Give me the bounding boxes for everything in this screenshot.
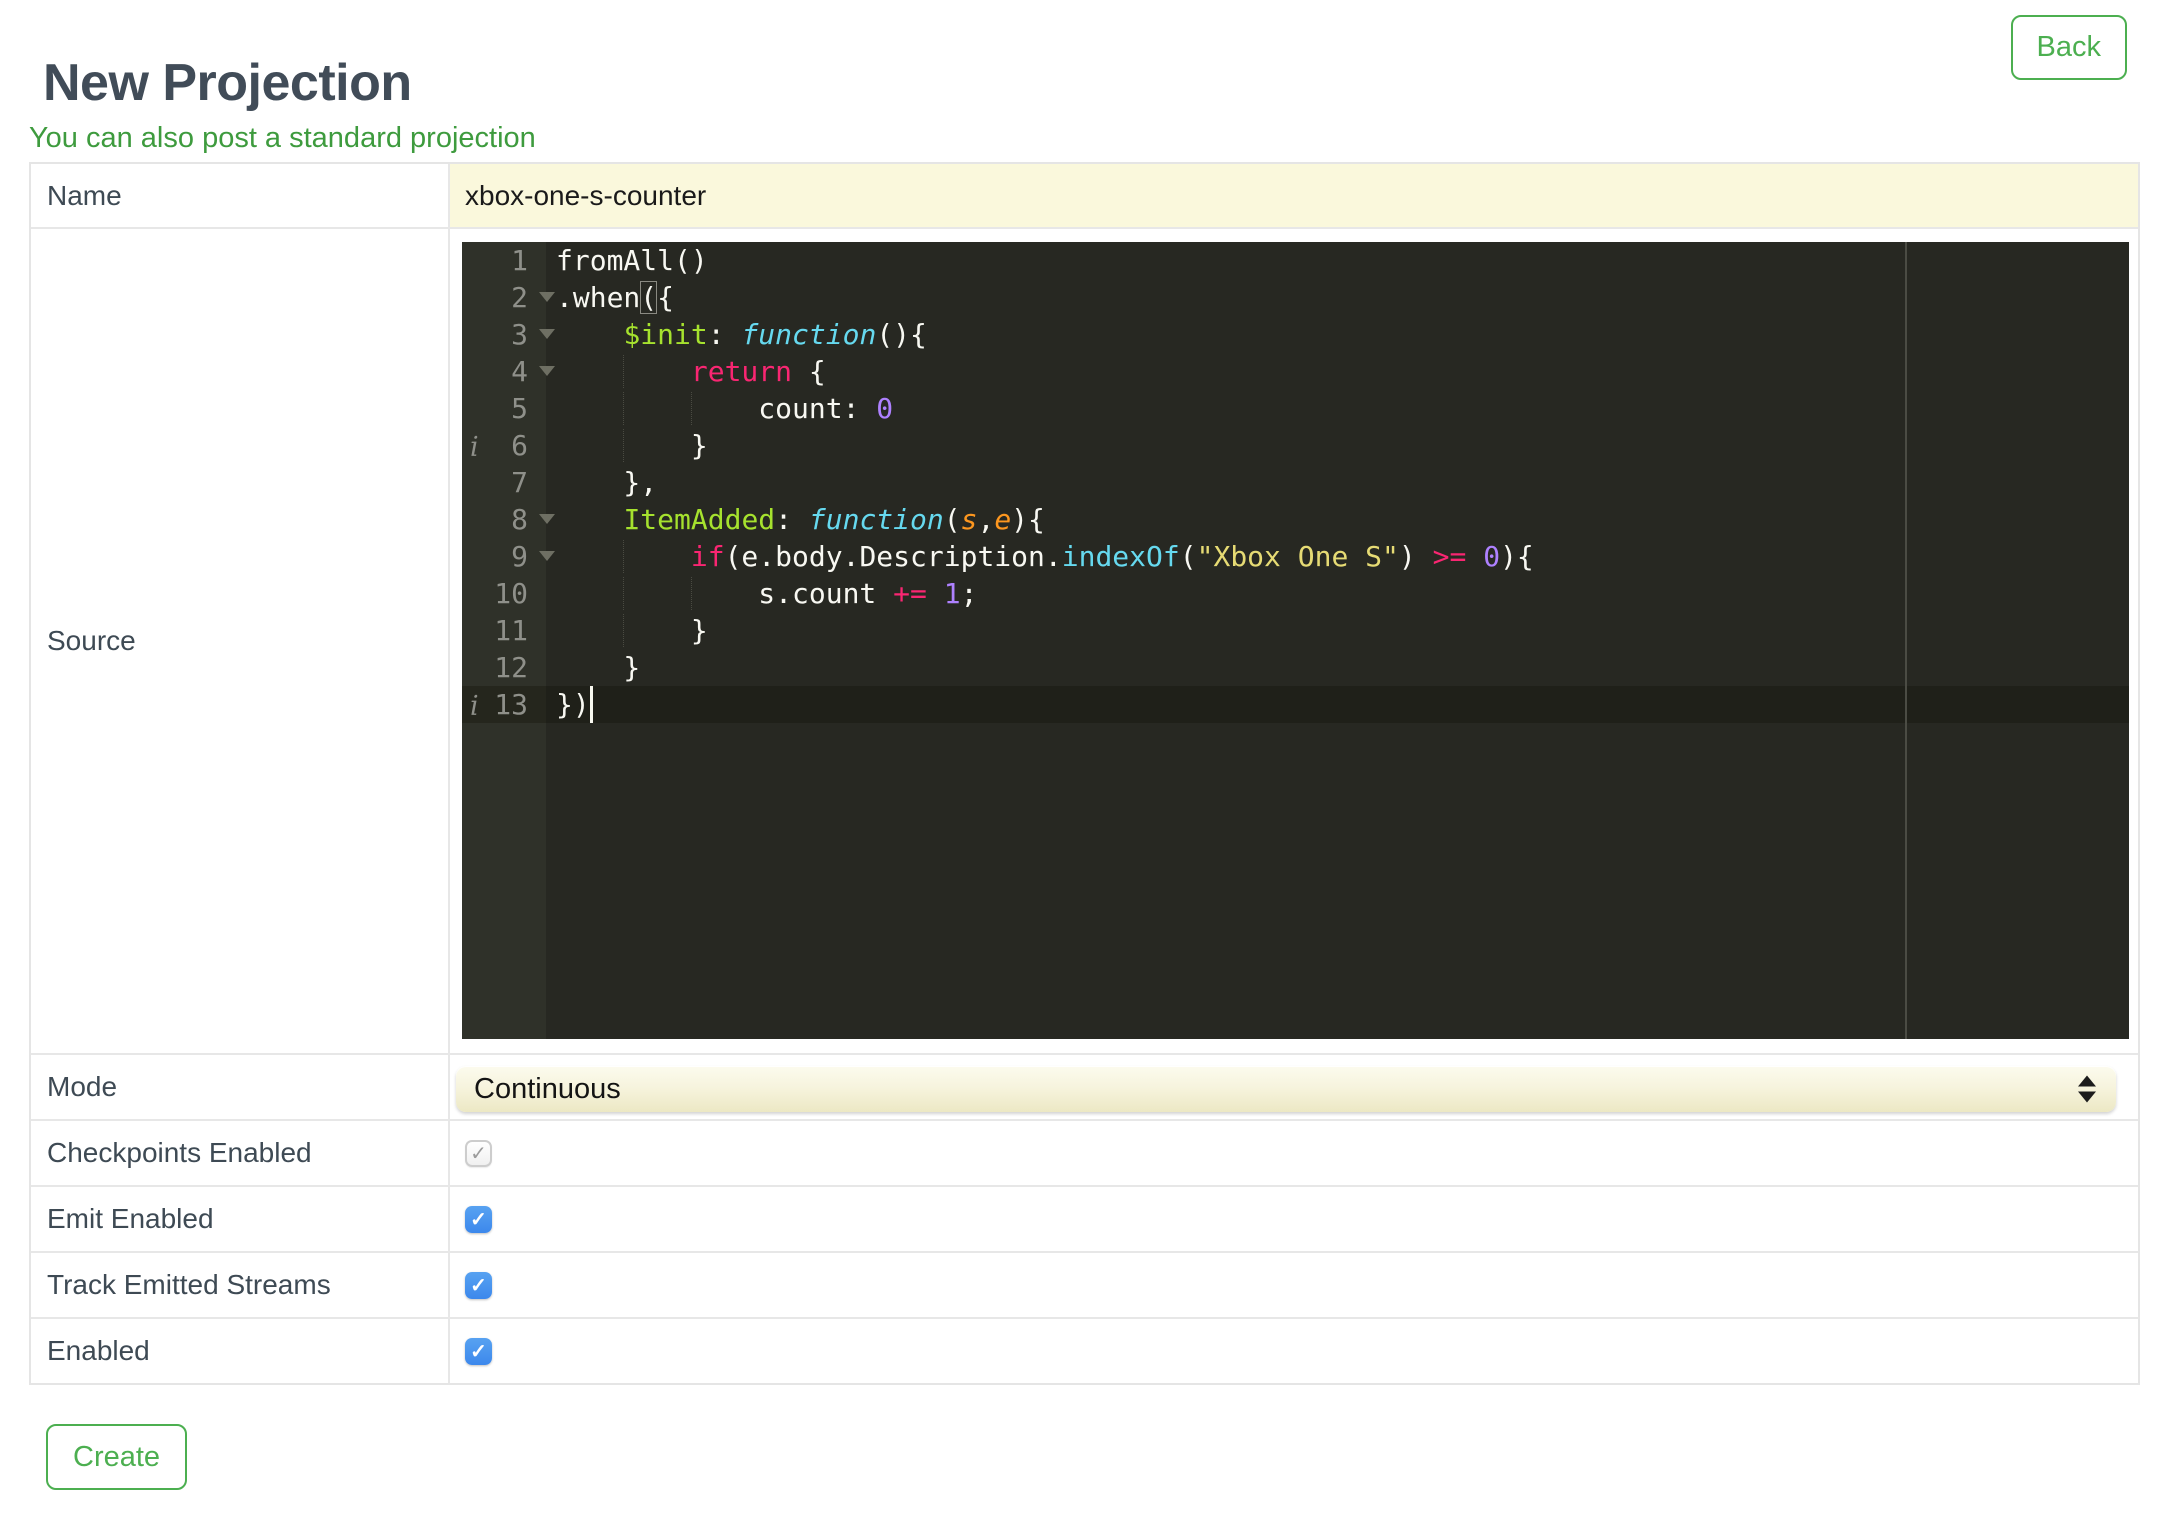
gutter-cell: 3 (462, 316, 555, 353)
track-checkbox[interactable]: ✓ (465, 1271, 492, 1299)
standard-projection-link[interactable]: You can also post a standard projection (29, 122, 536, 155)
code-line: if(e.body.Description.indexOf("Xbox One … (546, 538, 2129, 575)
fold-icon[interactable] (539, 551, 555, 561)
name-label: Name (31, 164, 450, 227)
select-arrows-icon (2078, 1075, 2096, 1103)
enabled-checkbox[interactable]: ✓ (465, 1337, 492, 1365)
code-line: ItemAdded: function(s,e){ (623, 503, 1045, 536)
gutter-cell: 7 (511, 466, 528, 499)
name-input[interactable]: xbox-one-s-counter (450, 164, 2138, 227)
projection-form-table: Name xbox-one-s-counter Source 123456i78… (29, 162, 2140, 1385)
code-line: s.count += 1; (556, 577, 978, 610)
page: New Projection Back You can also post a … (0, 0, 2166, 1513)
gutter-cell: 4 (462, 353, 555, 390)
code-line: }) (556, 688, 590, 721)
editor-gutter: 1 2 3 4 5 6 i 7 8 9 10 11 12 13 i (462, 242, 555, 1039)
emit-row: Emit Enabled ✓ (31, 1185, 2138, 1251)
mode-select[interactable]: Continuous (456, 1066, 2116, 1112)
code-line: fromAll() (556, 244, 708, 277)
track-label: Track Emitted Streams (31, 1253, 450, 1317)
page-title: New Projection (43, 53, 412, 112)
code-line: } (556, 651, 641, 684)
editor-code-area: fromAll() .when({ $init: function(){ retu… (546, 242, 2129, 1039)
gutter-cell: 9 (462, 538, 555, 575)
source-row: Source 1 2 3 4 5 6 i 7 8 9 10 11 12 13 i fromAll() .whe… (31, 227, 2138, 1053)
enabled-row: Enabled ✓ (31, 1317, 2138, 1383)
code-line: .when({ (556, 281, 675, 314)
create-button[interactable]: Create (46, 1424, 188, 1490)
gutter-cell: 8 (462, 501, 555, 538)
track-row: Track Emitted Streams ✓ (31, 1251, 2138, 1317)
mode-row: Mode Continuous (31, 1053, 2138, 1119)
code-line: } (556, 614, 708, 647)
gutter-cell: 12 (494, 651, 528, 684)
source-label: Source (31, 229, 450, 1053)
mode-select-value: Continuous (474, 1072, 621, 1105)
gutter-cell: 6i (462, 427, 546, 464)
code-line: $init: function(){ (623, 318, 927, 351)
gutter-cell: 11 (494, 614, 528, 647)
back-button[interactable]: Back (2010, 15, 2127, 80)
emit-checkbox[interactable]: ✓ (465, 1205, 492, 1233)
gutter-cell: 13 i (462, 686, 546, 723)
fold-icon[interactable] (539, 329, 555, 339)
checkpoints-row: Checkpoints Enabled ✓ (31, 1119, 2138, 1185)
fold-icon[interactable] (539, 292, 555, 302)
mode-label: Mode (31, 1055, 450, 1119)
code-line: return { (546, 353, 2129, 390)
fold-icon[interactable] (539, 366, 555, 376)
name-row: Name xbox-one-s-counter (31, 164, 2138, 227)
enabled-label: Enabled (31, 1319, 450, 1383)
source-code-editor[interactable]: 1 2 3 4 5 6 i 7 8 9 10 11 12 13 i fromAll() .when({ $in… (462, 242, 2129, 1039)
fold-icon[interactable] (539, 514, 555, 524)
text-cursor (589, 686, 593, 723)
checkpoints-label: Checkpoints Enabled (31, 1121, 450, 1185)
editor-lines: fromAll() .when({ $init: function(){ retu… (546, 242, 2129, 723)
gutter-cell: 5 (511, 392, 528, 425)
code-line: } (556, 429, 708, 462)
emit-label: Emit Enabled (31, 1187, 450, 1251)
gutter-cell: 2 (462, 279, 555, 316)
info-icon: i (470, 691, 479, 722)
code-line: }, (556, 466, 658, 499)
gutter-cell: 10 (494, 577, 528, 610)
gutter-cell: 1 (511, 244, 528, 277)
info-icon: i (470, 432, 479, 463)
checkpoints-checkbox[interactable]: ✓ (465, 1139, 492, 1167)
code-line: count: 0 (556, 392, 894, 425)
